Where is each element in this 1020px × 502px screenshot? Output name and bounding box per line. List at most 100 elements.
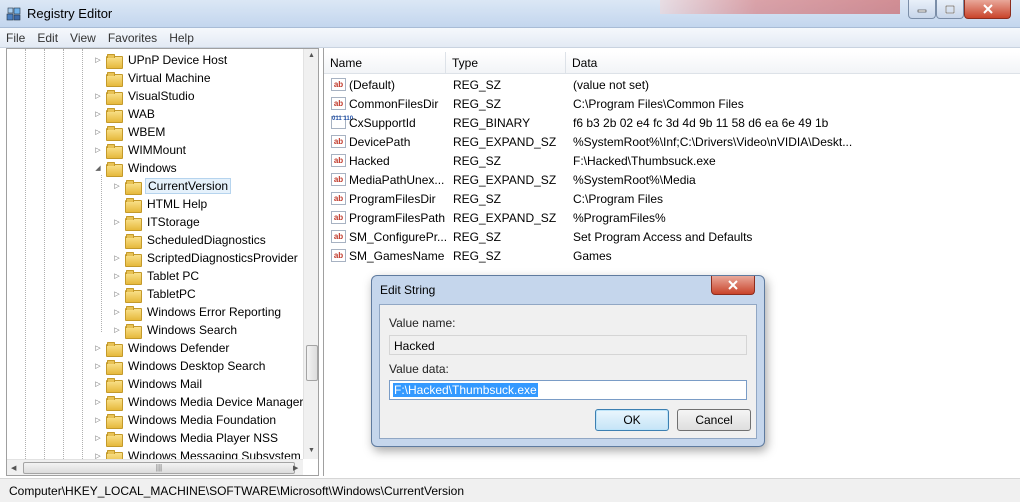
tree-item[interactable]: ▷ TabletPC	[111, 285, 198, 303]
tree-item[interactable]: ▷ WAB	[92, 105, 157, 123]
expand-arrow-icon[interactable]: ▷	[92, 141, 104, 159]
expand-arrow-icon[interactable]: ▷	[92, 411, 104, 429]
expand-arrow-icon[interactable]: ▷	[111, 321, 123, 339]
scroll-left-icon[interactable]: ◀	[11, 464, 16, 472]
value-type: REG_EXPAND_SZ	[453, 134, 557, 149]
tree-vertical-scrollbar[interactable]: ▲ ▼	[303, 49, 318, 459]
tree-item[interactable]: ▷ Windows Media Device Manager	[92, 393, 305, 411]
folder-icon	[106, 341, 123, 357]
expand-arrow-icon[interactable]: ▷	[92, 123, 104, 141]
expand-arrow-icon[interactable]: ▷	[111, 267, 123, 285]
tree-item[interactable]: ▷ UPnP Device Host	[92, 51, 229, 69]
expand-arrow-icon[interactable]: ▷	[92, 357, 104, 375]
folder-icon	[106, 413, 123, 429]
value-name: CommonFilesDir	[349, 96, 439, 111]
value-row[interactable]: ab SM_ConfigurePr... REG_SZ Set Program Acc…	[324, 227, 1014, 246]
value-row[interactable]: ab ProgramFilesDir REG_SZ C:\Program Files	[324, 189, 1014, 208]
folder-icon	[125, 251, 142, 267]
tree-item[interactable]: Virtual Machine	[92, 69, 213, 87]
tree-item[interactable]: ▷ VisualStudio	[92, 87, 197, 105]
dialog-body: Value name: Hacked Value data: F:\Hacked…	[379, 304, 757, 439]
expand-arrow-icon[interactable]: ▷	[111, 213, 123, 231]
string-value-icon: ab	[331, 192, 346, 205]
tree-item[interactable]: ▷ Windows Media Player NSS	[92, 429, 280, 447]
tree-horizontal-scrollbar[interactable]: ◀ ||| ▶	[7, 459, 303, 475]
scroll-down-icon[interactable]: ▼	[308, 447, 315, 454]
column-header-type[interactable]: Type	[446, 52, 566, 74]
value-data: Games	[573, 248, 612, 263]
expand-arrow-icon[interactable]: ▷	[92, 105, 104, 123]
tree-item[interactable]: ◢ Windows	[92, 159, 179, 177]
tree-guide-line	[101, 175, 102, 332]
expand-arrow-icon[interactable]: ▷	[92, 87, 104, 105]
collapse-arrow-icon[interactable]: ◢	[92, 159, 104, 177]
value-row[interactable]: ab CommonFilesDir REG_SZ C:\Program Files\C…	[324, 94, 1014, 113]
menu-view[interactable]: View	[64, 28, 102, 47]
folder-icon	[106, 161, 123, 177]
value-row[interactable]: ab (Default) REG_SZ (value not set)	[324, 75, 1014, 94]
tree-vertical-scroll-thumb[interactable]	[306, 345, 318, 381]
value-data: Set Program Access and Defaults	[573, 229, 753, 244]
value-name-field: Hacked	[389, 335, 747, 355]
expand-arrow-icon[interactable]: ▷	[111, 285, 123, 303]
tree-item[interactable]: ▷ Tablet PC	[111, 267, 201, 285]
folder-icon	[106, 143, 123, 159]
dialog-close-button[interactable]	[711, 276, 755, 295]
column-header-data[interactable]: Data	[566, 52, 1020, 74]
expand-arrow-icon[interactable]: ▷	[111, 303, 123, 321]
expand-arrow-icon[interactable]: ▷	[92, 375, 104, 393]
value-data: %SystemRoot%\Inf;C:\Drivers\Video\nVIDIA…	[573, 134, 853, 149]
value-row[interactable]: ab MediaPathUnex... REG_EXPAND_SZ %SystemRo…	[324, 170, 1014, 189]
registry-tree[interactable]: ▷ UPnP Device Host Virtual Machine ▷ VisualS…	[6, 48, 319, 476]
expand-arrow-icon[interactable]: ▷	[92, 51, 104, 69]
value-data-input[interactable]: F:\Hacked\Thumbsuck.exe	[389, 380, 747, 400]
menu-help[interactable]: Help	[163, 28, 200, 47]
value-name: CxSupportId	[349, 115, 416, 130]
close-icon	[728, 280, 738, 290]
string-value-icon: ab	[331, 154, 346, 167]
value-row[interactable]: ab ProgramFilesPath REG_EXPAND_SZ %ProgramF…	[324, 208, 1014, 227]
tree-item[interactable]: ▷ Windows Desktop Search	[92, 357, 267, 375]
tree-item[interactable]: HTML Help	[111, 195, 209, 213]
scroll-right-icon[interactable]: ▶	[293, 464, 298, 472]
tree-item[interactable]: ▷ Windows Media Foundation	[92, 411, 278, 429]
tree-item[interactable]: ▷ WBEM	[92, 123, 167, 141]
tree-item[interactable]: ▷ CurrentVersion	[111, 177, 232, 195]
tree-item-label: VisualStudio	[128, 89, 195, 103]
tree-item-label: WBEM	[128, 125, 166, 139]
expand-arrow-icon[interactable]: ▷	[92, 339, 104, 357]
tree-item[interactable]: ▷ WIMMount	[92, 141, 188, 159]
tree-item[interactable]: ▷ Windows Search	[111, 321, 239, 339]
expand-arrow-icon[interactable]: ▷	[111, 249, 123, 267]
value-row[interactable]: ab SM_GamesName REG_SZ Games	[324, 246, 1014, 265]
value-row[interactable]: ab Hacked REG_SZ F:\Hacked\Thumbsuck.exe	[324, 151, 1014, 170]
maximize-button[interactable]	[936, 0, 964, 19]
tree-item[interactable]: ScheduledDiagnostics	[111, 231, 268, 249]
value-row[interactable]: 011 110 CxSupportId REG_BINARY f6 b3 2b 02 …	[324, 113, 1014, 132]
menu-file[interactable]: File	[0, 28, 31, 47]
cancel-button[interactable]: Cancel	[677, 409, 751, 431]
value-type: REG_SZ	[453, 248, 502, 263]
tree-item[interactable]: ▷ Windows Error Reporting	[111, 303, 283, 321]
tree-item-label: ScriptedDiagnosticsProvider	[147, 251, 298, 265]
close-button[interactable]	[964, 0, 1011, 19]
tree-item[interactable]: ▷ ScriptedDiagnosticsProvider	[111, 249, 300, 267]
scroll-up-icon[interactable]: ▲	[308, 52, 315, 59]
tree-item-label: Windows Mail	[128, 377, 203, 391]
menu-favorites[interactable]: Favorites	[102, 28, 163, 47]
folder-icon	[125, 305, 142, 321]
column-header-name[interactable]: Name	[324, 52, 446, 74]
expand-arrow-icon[interactable]: ▷	[111, 177, 123, 195]
tree-item[interactable]: ▷ ITStorage	[111, 213, 202, 231]
tree-horizontal-scroll-thumb[interactable]: |||	[23, 462, 295, 474]
expand-arrow-icon[interactable]: ▷	[92, 429, 104, 447]
folder-icon	[106, 359, 123, 375]
expand-arrow-icon[interactable]: ▷	[92, 393, 104, 411]
tree-item[interactable]: ▷ Windows Mail	[92, 375, 204, 393]
value-row[interactable]: ab DevicePath REG_EXPAND_SZ %SystemRoot%\In…	[324, 132, 1014, 151]
minimize-button[interactable]	[908, 0, 936, 19]
tree-item[interactable]: ▷ Windows Defender	[92, 339, 231, 357]
menu-edit[interactable]: Edit	[31, 28, 64, 47]
ok-button[interactable]: OK	[595, 409, 669, 431]
